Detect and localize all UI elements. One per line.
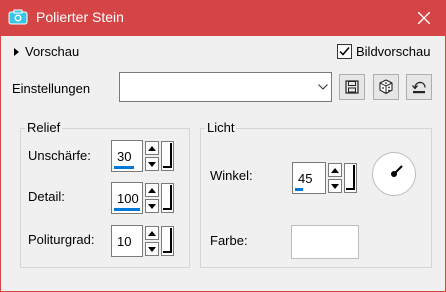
dialog-window: Polierter Stein Vorschau Bildvorschau Ei… <box>0 0 446 292</box>
randomize-icon <box>379 79 393 95</box>
polish-increment-button[interactable] <box>145 226 159 240</box>
save-icon <box>345 80 359 94</box>
chevron-down-icon[interactable] <box>315 73 331 101</box>
save-settings-button[interactable] <box>339 74 365 100</box>
blur-slider-bar[interactable] <box>114 166 134 169</box>
relief-group-title: Relief <box>25 120 63 135</box>
detail-slider-dropdown[interactable] <box>161 183 174 213</box>
preview-expander[interactable]: Vorschau <box>14 44 79 59</box>
light-group-title: Licht <box>205 120 237 135</box>
polish-decrement-button[interactable] <box>145 242 159 256</box>
arrow-up-icon <box>331 167 339 173</box>
reset-icon <box>412 81 426 94</box>
blur-value: 30 <box>117 149 132 164</box>
detail-decrement-button[interactable] <box>145 199 159 213</box>
checkbox-box[interactable] <box>337 44 352 59</box>
polish-input[interactable]: 10 <box>111 225 143 257</box>
blur-slider-dropdown[interactable] <box>161 141 174 171</box>
arrow-down-icon <box>148 203 156 209</box>
angle-value: 45 <box>298 171 313 186</box>
preview-label: Vorschau <box>25 44 80 59</box>
checkmark-icon <box>339 47 350 56</box>
angle-input[interactable]: 45 <box>292 162 326 194</box>
detail-value: 100 <box>117 191 139 206</box>
angle-slider-dropdown[interactable] <box>344 163 357 193</box>
title-bar: Polierter Stein <box>0 0 446 36</box>
detail-slider-bar[interactable] <box>114 208 140 211</box>
color-swatch[interactable] <box>291 225 359 259</box>
blur-increment-button[interactable] <box>145 141 159 155</box>
randomize-button[interactable] <box>373 74 399 100</box>
arrow-down-icon <box>331 183 339 189</box>
arrow-up-icon <box>148 230 156 236</box>
detail-input[interactable]: 100 <box>111 182 143 214</box>
window-title: Polierter Stein <box>36 9 124 25</box>
window-border-left <box>0 36 1 292</box>
polish-label: Politurgrad: <box>28 232 95 247</box>
close-button[interactable] <box>402 0 446 36</box>
expand-arrow-icon <box>14 47 19 56</box>
settings-label: Einstellungen <box>12 81 91 96</box>
detail-label: Detail: <box>28 189 65 204</box>
polish-slider-dropdown[interactable] <box>161 226 174 256</box>
angle-increment-button[interactable] <box>328 163 342 177</box>
blur-label: Unschärfe: <box>28 148 91 163</box>
arrow-down-icon <box>148 161 156 167</box>
camera-icon <box>8 9 28 25</box>
blur-decrement-button[interactable] <box>145 157 159 171</box>
arrow-down-icon <box>148 246 156 252</box>
arrow-up-icon <box>148 187 156 193</box>
settings-dropdown[interactable] <box>119 72 332 102</box>
image-preview-checkbox[interactable]: Bildvorschau <box>337 44 430 59</box>
polish-value: 10 <box>117 234 132 249</box>
angle-dial[interactable] <box>372 152 416 196</box>
color-label: Farbe: <box>210 233 248 248</box>
blur-input[interactable]: 30 <box>111 140 143 172</box>
close-icon <box>418 12 430 24</box>
angle-slider-bar[interactable] <box>295 188 303 191</box>
arrow-up-icon <box>148 145 156 151</box>
detail-increment-button[interactable] <box>145 183 159 197</box>
image-preview-label: Bildvorschau <box>356 44 431 59</box>
reset-button[interactable] <box>406 74 432 100</box>
angle-label: Winkel: <box>210 168 253 183</box>
angle-decrement-button[interactable] <box>328 179 342 193</box>
angle-needle-icon <box>391 165 403 177</box>
